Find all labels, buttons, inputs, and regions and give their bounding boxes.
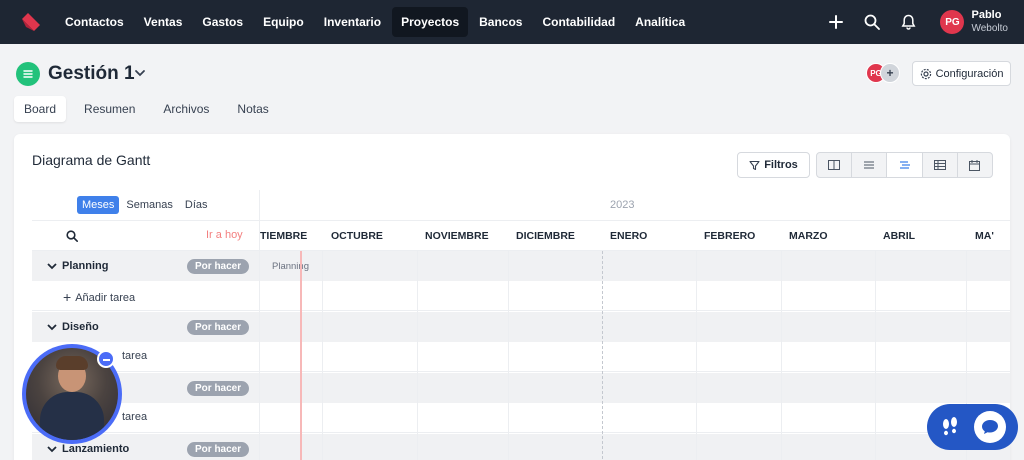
- view-switcher: [816, 152, 993, 178]
- help-widget[interactable]: [927, 404, 1018, 450]
- user-avatar: PG: [940, 10, 965, 34]
- grid-line: [781, 251, 782, 460]
- plus-icon: +: [63, 289, 72, 305]
- search-icon[interactable]: [66, 230, 78, 242]
- filter-label: Filtros: [764, 159, 798, 171]
- grid-line: [508, 251, 509, 460]
- time-scale-tabs: Meses Semanas Días: [77, 196, 215, 214]
- user-company: Webolto: [971, 23, 1008, 34]
- footprints-icon[interactable]: [939, 416, 961, 438]
- user-name: Pablo: [971, 9, 1002, 21]
- top-navigation: Contactos Ventas Gastos Equipo Inventari…: [0, 0, 1024, 44]
- nav-item-gastos[interactable]: Gastos: [193, 7, 252, 37]
- tab-archivos[interactable]: Archivos: [153, 96, 219, 122]
- grid-line: [696, 251, 697, 460]
- scale-days[interactable]: Días: [180, 196, 213, 214]
- timeline-grid: [260, 251, 1010, 460]
- month-label: DICIEMBRE: [516, 230, 575, 242]
- grid-line: [322, 251, 323, 460]
- today-marker: [300, 251, 302, 460]
- month-label: TIEMBRE: [260, 230, 308, 242]
- presenter-body: [40, 392, 104, 440]
- month-label: NOVIEMBRE: [425, 230, 489, 242]
- project-list-icon: [16, 62, 40, 86]
- add-task-button[interactable]: tarea: [122, 350, 147, 362]
- user-menu[interactable]: PG Pablo Webolto: [940, 9, 1008, 35]
- go-to-today-link[interactable]: Ir a hoy: [206, 229, 243, 241]
- header-divider: [32, 220, 1010, 221]
- list-icon[interactable]: [852, 153, 888, 177]
- nav-menu: Contactos Ventas Gastos Equipo Inventari…: [56, 0, 696, 44]
- gantt-icon[interactable]: [887, 153, 923, 177]
- add-task-label: Añadir tarea: [75, 292, 136, 304]
- calendar-icon[interactable]: [958, 153, 992, 177]
- project-members: PG +: [866, 63, 900, 83]
- group-name: Diseño: [62, 321, 99, 333]
- add-task-button[interactable]: + Añadir tarea: [63, 289, 135, 305]
- scale-weeks[interactable]: Semanas: [121, 196, 177, 214]
- filter-icon: [749, 160, 760, 170]
- month-label: OCTUBRE: [331, 230, 383, 242]
- tab-resumen[interactable]: Resumen: [74, 96, 145, 122]
- add-task-button[interactable]: tarea: [122, 411, 147, 423]
- nav-item-ventas[interactable]: Ventas: [135, 7, 192, 37]
- month-label: FEBRERO: [704, 230, 756, 242]
- group-name: Lanzamiento: [62, 443, 130, 455]
- nav-item-contactos[interactable]: Contactos: [56, 7, 133, 37]
- status-badge[interactable]: Por hacer: [187, 381, 250, 396]
- filter-button[interactable]: Filtros: [737, 152, 810, 178]
- tab-notas[interactable]: Notas: [227, 96, 278, 122]
- settings-button[interactable]: Configuración: [912, 61, 1011, 86]
- month-label: ENERO: [610, 230, 648, 242]
- gantt-chart: Meses Semanas Días 2023 Ir a hoy TIEMBRE…: [32, 190, 1010, 460]
- chat-icon[interactable]: [973, 411, 1006, 443]
- gear-icon: [920, 68, 931, 79]
- month-label: ABRIL: [883, 230, 916, 242]
- table-icon[interactable]: [923, 153, 958, 177]
- month-label: MARZO: [789, 230, 828, 242]
- scale-months[interactable]: Meses: [77, 196, 120, 214]
- nav-item-analitica[interactable]: Analítica: [626, 7, 694, 37]
- grid-line: [875, 251, 876, 460]
- minimize-video-button[interactable]: [97, 350, 115, 368]
- month-label: MA': [975, 230, 994, 242]
- chevron-down-icon[interactable]: [47, 445, 57, 453]
- grid-line: [417, 251, 418, 460]
- plus-icon[interactable]: [826, 12, 846, 32]
- group-name: Planning: [62, 260, 109, 272]
- nav-item-proyectos[interactable]: Proyectos: [392, 7, 469, 37]
- settings-label: Configuración: [935, 67, 1004, 80]
- nav-item-bancos[interactable]: Bancos: [470, 7, 531, 37]
- columns-icon[interactable]: [817, 153, 853, 177]
- nav-item-inventario[interactable]: Inventario: [315, 7, 390, 37]
- status-badge[interactable]: Por hacer: [187, 259, 250, 274]
- logo-icon[interactable]: [20, 11, 42, 33]
- gantt-title: Diagrama de Gantt: [32, 152, 151, 168]
- page-title[interactable]: Gestión 1: [48, 63, 135, 85]
- year-boundary-line: [602, 251, 603, 460]
- chevron-down-icon[interactable]: [47, 262, 57, 270]
- status-badge[interactable]: Por hacer: [187, 320, 250, 335]
- bell-icon[interactable]: [898, 12, 918, 32]
- project-tabs: Board Resumen Archivos Notas: [14, 96, 287, 122]
- tab-board[interactable]: Board: [14, 96, 67, 122]
- chevron-down-icon[interactable]: [47, 323, 57, 331]
- chevron-down-icon[interactable]: [134, 68, 146, 78]
- gantt-card: Diagrama de Gantt Filtros Meses Semanas …: [14, 134, 1010, 460]
- add-member-button[interactable]: +: [880, 63, 900, 83]
- nav-item-contabilidad[interactable]: Contabilidad: [533, 7, 624, 37]
- year-label: 2023: [610, 199, 635, 211]
- presenter-hair: [56, 356, 88, 370]
- nav-item-equipo[interactable]: Equipo: [254, 7, 313, 37]
- search-icon[interactable]: [862, 12, 882, 32]
- pane-divider: [259, 190, 260, 460]
- status-badge[interactable]: Por hacer: [187, 442, 250, 457]
